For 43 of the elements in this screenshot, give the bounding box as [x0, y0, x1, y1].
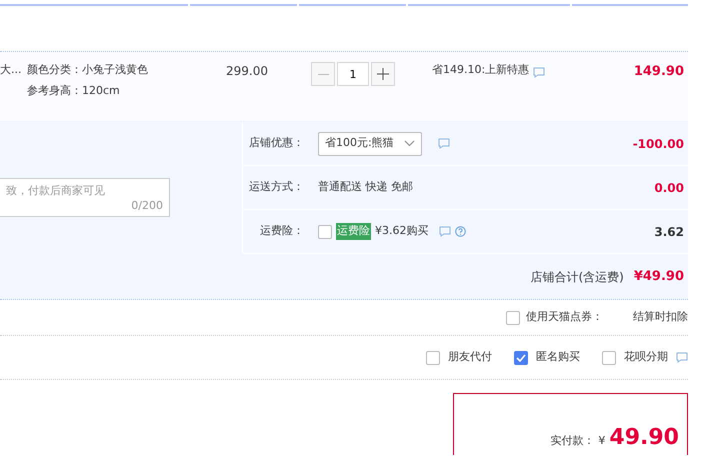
checkbox[interactable]	[506, 310, 520, 324]
promotion-text: 省149.10:上新特惠	[432, 62, 530, 78]
chevron-icon	[404, 140, 415, 147]
shop-total-amount: ¥49.90	[634, 268, 684, 286]
payment-amount: 49.90	[609, 427, 679, 449]
insurance-price: ¥3.62购买	[375, 223, 428, 240]
field-label: 运送方式：	[248, 179, 305, 196]
product-property: 颜色分类：小兔子浅黄色	[27, 62, 149, 78]
chat-icon[interactable]	[438, 138, 450, 149]
help-icon[interactable]	[454, 226, 466, 237]
minus-button[interactable]	[311, 62, 335, 86]
unit-price: 299.00	[226, 63, 269, 80]
payment-label: 实付款：	[550, 432, 594, 448]
amount: -100.00	[632, 136, 685, 152]
character-counter: 0/200	[131, 198, 163, 214]
field-label: 运费险：	[259, 223, 305, 240]
currency-symbol: ¥	[598, 432, 606, 448]
chat-icon[interactable]	[676, 352, 688, 363]
product-property: 参考身高：120cm	[27, 82, 121, 98]
shop-total-label: 店铺合计(含运费)	[530, 268, 624, 286]
amount: 0.00	[653, 180, 685, 196]
option-label: 花呗分期	[624, 349, 668, 366]
coupon-label: 使用天猫点券：	[526, 309, 603, 326]
insurance-tag: 运费险	[336, 223, 371, 240]
checkbox[interactable]	[602, 350, 616, 364]
discount-select[interactable]: 省100元:熊猫	[318, 132, 422, 156]
chat-icon[interactable]	[438, 226, 450, 237]
subtotal: 149.90	[632, 63, 685, 81]
field-label: 店铺优惠：	[248, 135, 305, 152]
placeholder-text: 致，付款后商家可见	[6, 184, 105, 197]
quantity-field[interactable]: 1	[337, 62, 369, 86]
checkbox[interactable]	[514, 350, 528, 364]
coupon-note: 结算时扣除	[633, 309, 688, 326]
plus-icon	[377, 68, 389, 80]
option-label: 匿名购买	[536, 349, 580, 366]
option-label: 朋友代付	[448, 349, 492, 366]
chat-icon[interactable]	[533, 67, 546, 78]
amount: 3.62	[653, 224, 685, 240]
checkbox[interactable]	[426, 350, 440, 364]
plus-button[interactable]	[371, 62, 395, 86]
checkbox[interactable]	[318, 224, 332, 238]
product-title: 大...	[0, 62, 22, 78]
shipping-method: 普通配送 快递 免邮	[318, 179, 413, 196]
